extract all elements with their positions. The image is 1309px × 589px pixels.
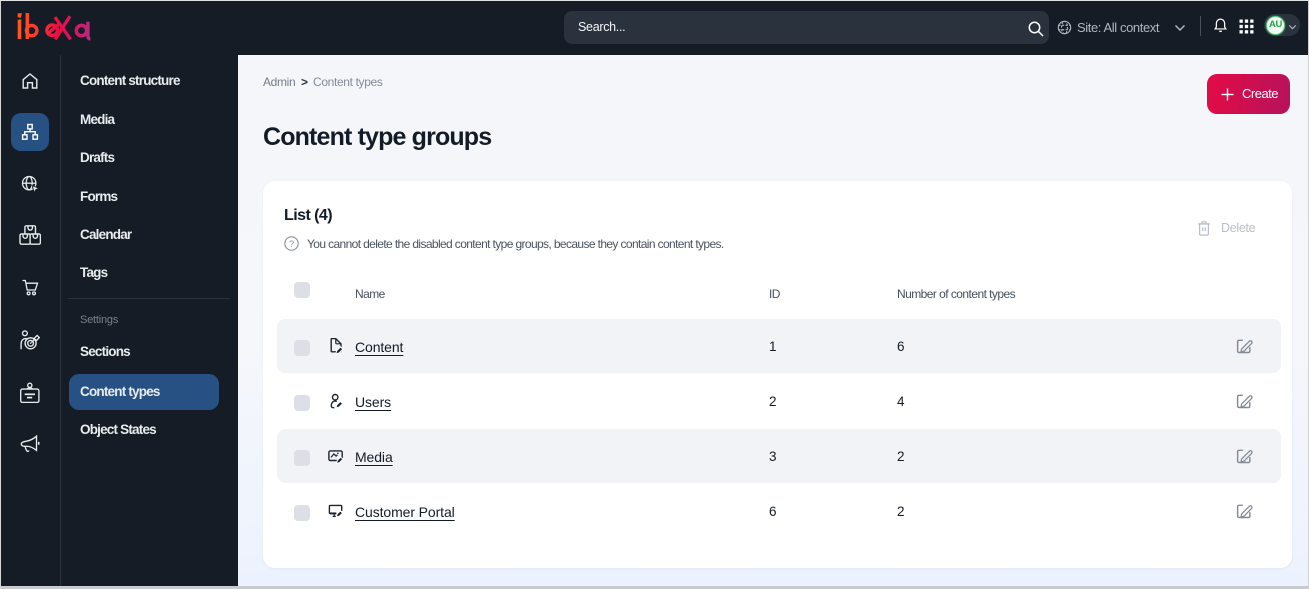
svg-text:?: ? (289, 239, 294, 250)
